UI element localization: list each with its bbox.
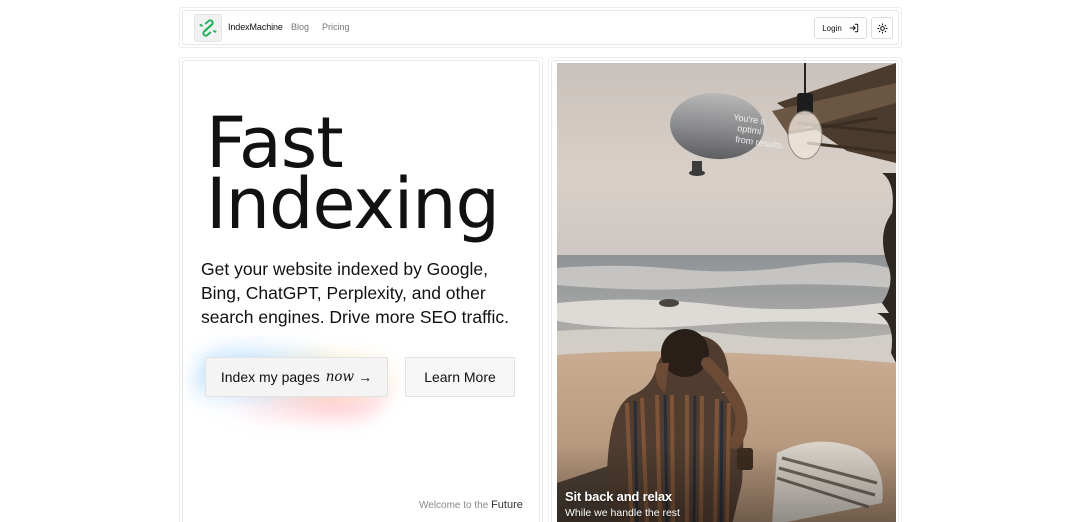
login-label: Login <box>822 23 842 33</box>
hero-card: Fast Indexing Get your website indexed b… <box>182 60 540 522</box>
index-pages-button[interactable]: Index my pages now → <box>205 357 388 397</box>
beach-photo: You're s optimi from results. <box>557 63 896 522</box>
hero-title: Fast Indexing <box>206 108 500 239</box>
nav-link-pricing[interactable]: Pricing <box>322 22 350 32</box>
theme-toggle-button[interactable] <box>871 17 893 39</box>
caption-subtitle: While we handle the rest <box>565 507 680 519</box>
logo[interactable] <box>194 14 222 42</box>
hero-title-line2: Indexing <box>206 163 500 245</box>
login-button[interactable]: Login <box>814 17 867 39</box>
welcome-emphasis: Future <box>491 499 523 511</box>
link-icon <box>199 19 217 37</box>
welcome-text: Welcome to the Future <box>419 499 523 511</box>
index-pages-label: Index my pages <box>220 369 320 385</box>
index-pages-accent: now <box>325 369 355 385</box>
brand-name[interactable]: IndexMachine <box>228 22 283 32</box>
hero-subtitle: Get your website indexed by Google, Bing… <box>201 259 509 327</box>
sign-in-icon <box>849 23 858 33</box>
welcome-prefix: Welcome to the <box>419 500 489 511</box>
sun-icon <box>876 22 888 34</box>
navbar: IndexMachine Blog Pricing Login <box>182 10 899 45</box>
learn-more-button[interactable]: Learn More <box>405 357 515 397</box>
nav-link-blog[interactable]: Blog <box>291 22 309 32</box>
arrow-right-icon: → <box>358 369 373 385</box>
caption-title: Sit back and relax <box>565 489 672 504</box>
